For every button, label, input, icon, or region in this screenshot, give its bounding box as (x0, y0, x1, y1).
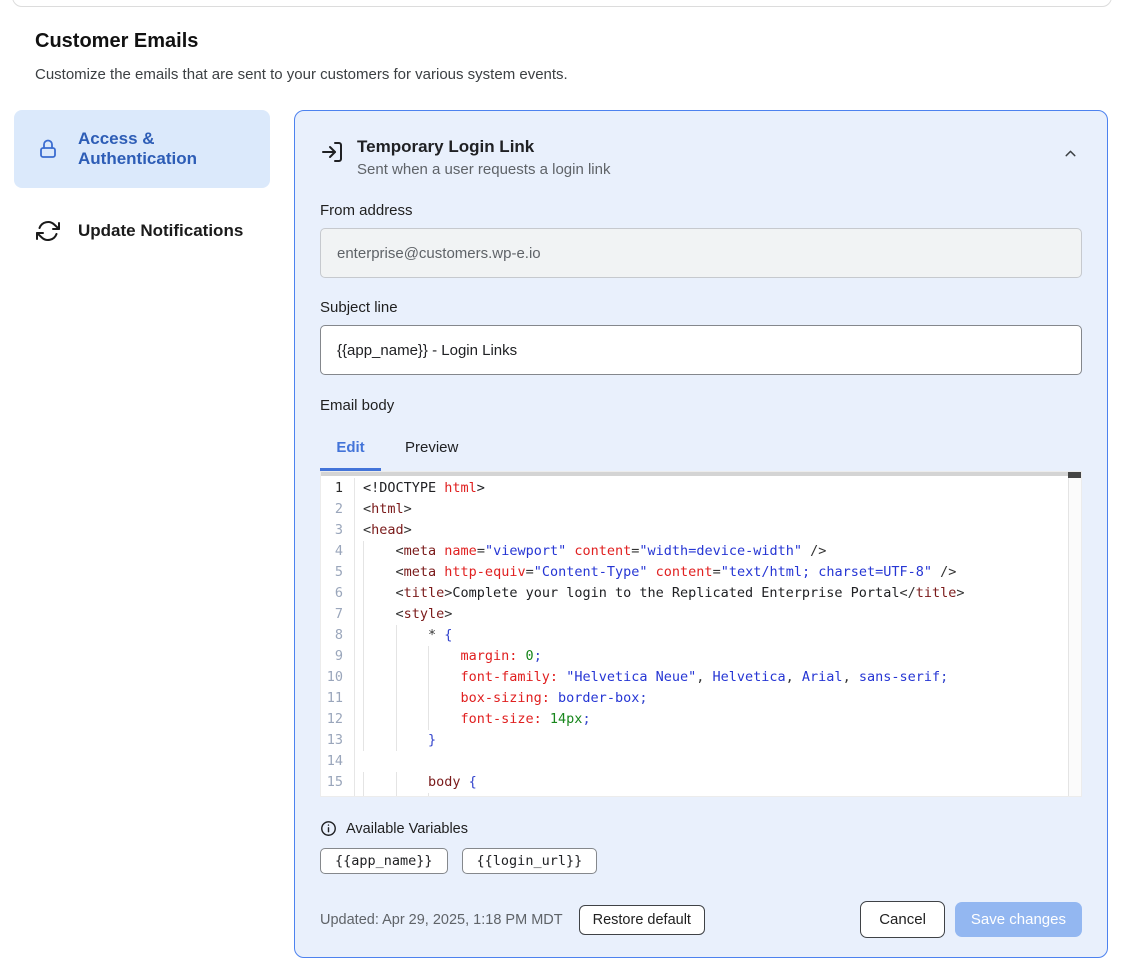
subject-line-input[interactable] (320, 325, 1082, 375)
line-number: 2 (321, 499, 355, 520)
code-line[interactable]: 6<title>Complete your login to the Repli… (321, 583, 1081, 604)
email-body-label: Email body (320, 397, 1082, 414)
template-subtitle: Sent when a user requests a login link (357, 161, 610, 178)
template-footer: Updated: Apr 29, 2025, 1:18 PM MDT Resto… (320, 901, 1082, 938)
code-editor-lines[interactable]: 1<!DOCTYPE html>2<html>3<head>4<meta nam… (321, 472, 1081, 797)
sidebar-item-access-authentication[interactable]: Access & Authentication (14, 110, 270, 188)
subject-line-label: Subject line (320, 299, 1082, 316)
code-line[interactable]: 9margin: 0; (321, 646, 1081, 667)
line-number: 11 (321, 688, 355, 709)
code-line[interactable]: 12font-size: 14px; (321, 709, 1081, 730)
email-body-tabs: Edit Preview (320, 430, 1082, 471)
line-number: 15 (321, 772, 355, 793)
previous-card-bottom-edge (12, 0, 1112, 7)
available-variables-header: Available Variables (320, 820, 1082, 837)
template-header: Temporary Login Link Sent when a user re… (320, 137, 1082, 178)
line-number: 5 (321, 562, 355, 583)
code-line[interactable]: 10font-family: "Helvetica Neue", Helveti… (321, 667, 1081, 688)
code-line[interactable]: 5<meta http-equiv="Content-Type" content… (321, 562, 1081, 583)
info-icon (320, 820, 337, 837)
code-line[interactable]: 14 (321, 751, 1081, 772)
lock-icon (36, 137, 60, 161)
horizontal-scrollbar[interactable] (321, 472, 1068, 476)
sidebar-item-label: Access & Authentication (78, 129, 254, 169)
from-address-input (320, 228, 1082, 278)
sidebar-item-update-notifications[interactable]: Update Notifications (14, 205, 270, 257)
template-title: Temporary Login Link (357, 137, 610, 157)
tab-preview[interactable]: Preview (381, 430, 482, 471)
line-number: 8 (321, 625, 355, 646)
line-number: 9 (321, 646, 355, 667)
variable-chip-app-name[interactable]: {{app_name}} (320, 848, 448, 874)
code-line[interactable]: 15body { (321, 772, 1081, 793)
code-line[interactable]: 2<html> (321, 499, 1081, 520)
scrollbar-thumb[interactable] (1068, 472, 1081, 478)
code-line[interactable]: 8* { (321, 625, 1081, 646)
chevron-up-icon (1062, 145, 1079, 162)
code-line[interactable]: 16background-color: #f6f6f6; (321, 793, 1081, 797)
code-line[interactable]: 1<!DOCTYPE html> (321, 478, 1081, 499)
code-line[interactable]: 3<head> (321, 520, 1081, 541)
restore-default-button[interactable]: Restore default (579, 905, 705, 935)
tab-edit[interactable]: Edit (320, 430, 381, 471)
sidebar: Access & Authentication Update Notificat… (14, 110, 270, 257)
cancel-button[interactable]: Cancel (860, 901, 945, 938)
refresh-icon (36, 219, 60, 243)
sidebar-item-label: Update Notifications (78, 221, 243, 241)
variable-chip-login-url[interactable]: {{login_url}} (462, 848, 598, 874)
page-subtitle: Customize the emails that are sent to yo… (35, 66, 568, 83)
line-number: 3 (321, 520, 355, 541)
save-changes-button[interactable]: Save changes (955, 902, 1082, 937)
code-line[interactable]: 7<style> (321, 604, 1081, 625)
code-editor[interactable]: 1<!DOCTYPE html>2<html>3<head>4<meta nam… (320, 471, 1082, 797)
available-variables-label: Available Variables (346, 821, 468, 837)
from-address-label: From address (320, 202, 1082, 219)
code-line[interactable]: 4<meta name="viewport" content="width=de… (321, 541, 1081, 562)
code-line[interactable]: 11box-sizing: border-box; (321, 688, 1081, 709)
page-title: Customer Emails (35, 30, 198, 53)
line-number: 13 (321, 730, 355, 751)
line-number: 1 (321, 478, 355, 499)
collapse-button[interactable] (1062, 145, 1079, 162)
line-number: 7 (321, 604, 355, 625)
line-number: 6 (321, 583, 355, 604)
line-number: 12 (321, 709, 355, 730)
line-number: 14 (321, 751, 355, 772)
updated-timestamp: Updated: Apr 29, 2025, 1:18 PM MDT (320, 912, 563, 928)
vertical-scrollbar[interactable] (1068, 472, 1081, 796)
line-number: 10 (321, 667, 355, 688)
email-template-card: Temporary Login Link Sent when a user re… (294, 110, 1108, 958)
log-in-icon (320, 140, 344, 178)
line-number: 16 (321, 793, 355, 797)
line-number: 4 (321, 541, 355, 562)
code-line[interactable]: 13} (321, 730, 1081, 751)
variable-chips: {{app_name}} {{login_url}} (320, 848, 1082, 874)
